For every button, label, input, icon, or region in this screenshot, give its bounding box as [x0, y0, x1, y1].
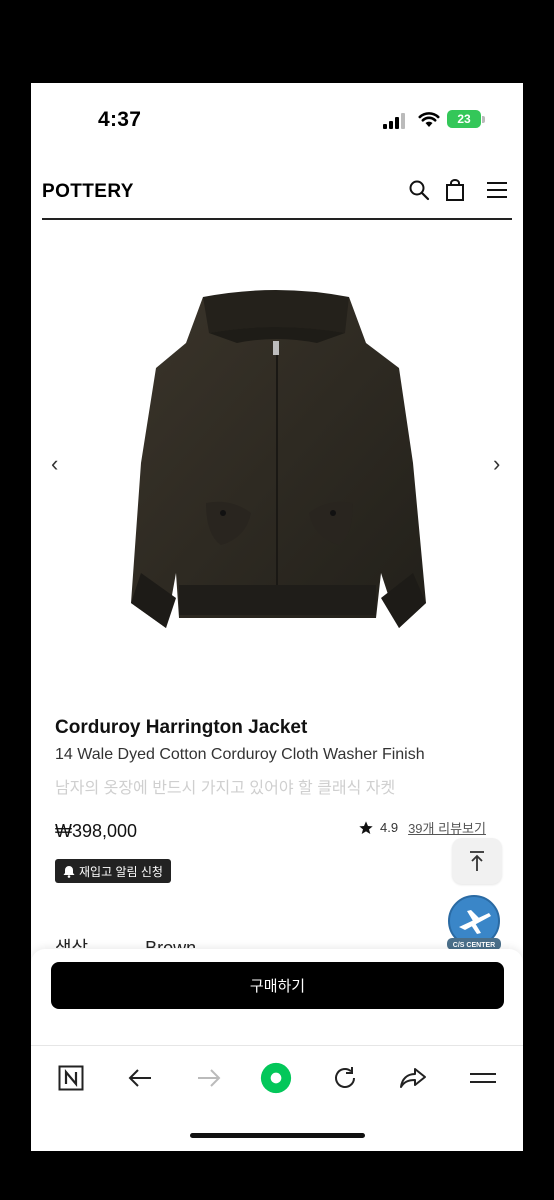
menu-icon[interactable] [484, 177, 510, 203]
product-description: 남자의 옷장에 반드시 가지고 있어야 할 클래식 자켓 [55, 780, 396, 797]
logo[interactable]: POTTERY [42, 181, 134, 203]
hamburger-icon[interactable] [467, 1062, 499, 1094]
battery-level: 23 [447, 110, 481, 128]
product-subtitle: 14 Wale Dyed Cotton Corduroy Cloth Washe… [55, 746, 425, 763]
gallery-prev-arrow[interactable]: ‹ [51, 451, 58, 477]
search-icon[interactable] [406, 177, 432, 203]
airplane-globe-icon: C/S CENTER [447, 895, 501, 950]
star-icon [359, 820, 373, 834]
option-row-partial: 색상 Brown [55, 934, 355, 948]
option-value: Brown [145, 938, 197, 948]
gallery-next-arrow[interactable]: › [493, 451, 500, 477]
cs-center-label: C/S CENTER [453, 942, 495, 949]
forward-arrow-icon [193, 1062, 225, 1094]
wifi-icon [418, 112, 440, 127]
bell-icon [63, 865, 75, 878]
rating-block: 4.9 39개 리뷰보기 [358, 818, 486, 837]
restock-alert-button[interactable]: 재입고 알림 신청 [55, 859, 171, 883]
status-time: 4:37 [98, 108, 142, 131]
review-link[interactable]: 39개 리뷰보기 [408, 818, 486, 837]
back-arrow-icon[interactable] [124, 1062, 156, 1094]
green-home-icon[interactable] [260, 1062, 292, 1094]
site-header: POTTERY [42, 163, 512, 220]
refresh-icon[interactable] [329, 1062, 361, 1094]
option-label: 색상 [55, 938, 89, 948]
buy-button[interactable]: 구매하기 [51, 962, 504, 1009]
naver-icon[interactable] [55, 1062, 87, 1094]
cs-center-badge[interactable]: C/S CENTER [445, 895, 503, 953]
share-icon[interactable] [397, 1062, 429, 1094]
browser-toolbar [31, 1045, 523, 1111]
home-indicator [190, 1133, 365, 1138]
cellular-signal-icon [383, 113, 409, 129]
scroll-top-button[interactable] [452, 838, 502, 884]
phone-screen: 4:37 23 POTTERY ‹ › Corduroy Harrington … [31, 83, 523, 1151]
product-price: ₩398,000 [55, 821, 138, 841]
product-image [131, 290, 426, 628]
battery-tip [482, 116, 485, 123]
product-title: Corduroy Harrington Jacket [55, 717, 308, 738]
bag-icon[interactable] [442, 177, 468, 203]
status-bar: 4:37 23 [31, 83, 523, 163]
rating-value: 4.9 [380, 820, 399, 835]
restock-label: 재입고 알림 신청 [79, 864, 163, 879]
arrow-up-icon [470, 851, 484, 871]
